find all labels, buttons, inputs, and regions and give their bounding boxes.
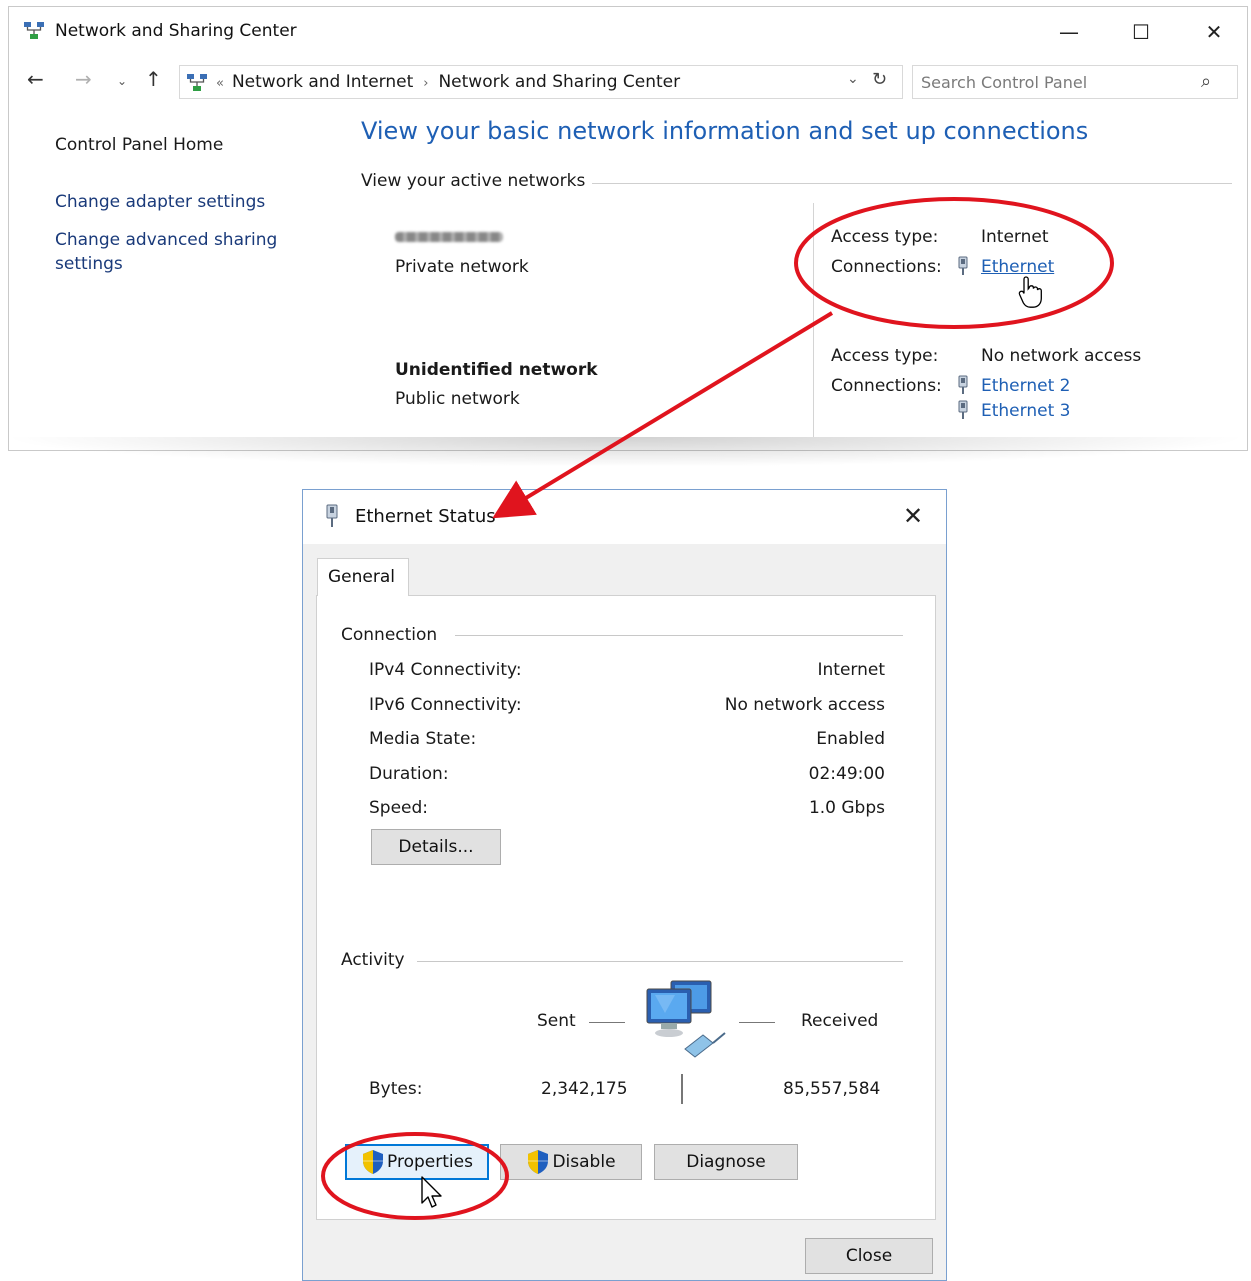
network-1-connections-label: Connections: <box>831 257 942 277</box>
breadcrumb: « Network and Internet › Network and Sharin… <box>216 72 680 92</box>
page-title: View your basic network information and … <box>361 117 1089 145</box>
column-divider <box>813 203 814 437</box>
disable-label: Disable <box>552 1152 616 1172</box>
ipv4-value: Internet <box>817 660 885 680</box>
active-networks-label: View your active networks <box>361 171 586 191</box>
sent-line <box>589 1022 625 1023</box>
search-input[interactable] <box>921 70 1191 94</box>
media-state-label: Media State: <box>369 729 477 749</box>
network-2-access-value: No network access <box>981 346 1142 366</box>
arrow-pointer-cursor-icon <box>421 1176 442 1208</box>
network-2-access-label: Access type: <box>831 346 939 366</box>
recent-locations-chevron-icon[interactable]: ⌄ <box>117 74 127 88</box>
media-state-value: Enabled <box>816 729 885 749</box>
ipv4-label: IPv4 Connectivity: <box>369 660 522 680</box>
network-1-access-value: Internet <box>981 227 1049 247</box>
breadcrumb-network-sharing-center[interactable]: Network and Sharing Center <box>438 72 680 92</box>
properties-button[interactable]: Properties <box>345 1144 489 1180</box>
change-adapter-settings-link[interactable]: Change adapter settings <box>55 192 265 212</box>
duration-value: 02:49:00 <box>808 764 885 784</box>
ipv6-value: No network access <box>724 695 885 715</box>
properties-label: Properties <box>387 1152 473 1172</box>
window-title: Network and Sharing Center <box>55 21 297 41</box>
minimize-button[interactable]: — <box>1049 17 1089 47</box>
breadcrumb-overflow[interactable]: « <box>216 76 224 91</box>
speed-label: Speed: <box>369 798 429 818</box>
close-button[interactable]: Close <box>805 1238 933 1274</box>
forward-arrow-icon[interactable]: → <box>75 67 92 91</box>
ethernet-3-connection-link[interactable]: Ethernet 3 <box>981 401 1070 421</box>
dialog-close-icon[interactable]: ✕ <box>903 502 923 530</box>
network-1-type: Private network <box>395 257 529 277</box>
tab-general[interactable]: General <box>317 558 409 596</box>
dialog-title-bar: Ethernet Status ✕ <box>303 490 946 544</box>
bytes-label: Bytes: <box>369 1079 423 1099</box>
diagnose-button[interactable]: Diagnose <box>654 1144 798 1180</box>
ipv6-label: IPv6 Connectivity: <box>369 695 522 715</box>
network-center-icon <box>24 22 44 39</box>
ethernet-plug-icon <box>326 504 338 527</box>
duration-label: Duration: <box>369 764 449 784</box>
received-label: Received <box>801 1011 879 1031</box>
ethernet-connection-link[interactable]: Ethernet <box>981 257 1054 277</box>
title-bar: Network and Sharing Center — ☐ ✕ <box>9 7 1247 55</box>
general-tab-panel: Connection IPv4 Connectivity: Internet I… <box>316 595 936 1220</box>
ethernet-plug-icon <box>958 375 968 394</box>
blurred-network-name <box>395 232 503 242</box>
up-arrow-icon[interactable]: ↑ <box>145 67 162 91</box>
network-center-icon <box>187 74 207 91</box>
network-2-name: Unidentified network <box>395 360 598 380</box>
network-sharing-center-window: Network and Sharing Center — ☐ ✕ ← → ⌄ ↑… <box>8 6 1248 451</box>
search-box: ⌕ <box>912 65 1238 99</box>
speed-value: 1.0 Gbps <box>808 798 885 818</box>
activity-section-label: Activity <box>341 950 405 970</box>
navigation-bar: ← → ⌄ ↑ « Network and Internet › Network an… <box>9 65 1247 99</box>
ethernet-plug-icon <box>958 400 968 419</box>
dialog-title: Ethernet Status <box>355 506 496 527</box>
uac-shield-icon <box>363 1150 384 1174</box>
search-icon[interactable]: ⌕ <box>1201 71 1211 92</box>
hand-pointer-cursor-icon <box>1018 276 1042 308</box>
disable-button[interactable]: Disable <box>500 1144 642 1180</box>
maximize-button[interactable]: ☐ <box>1121 17 1161 47</box>
close-window-button[interactable]: ✕ <box>1194 17 1234 47</box>
connection-section-label: Connection <box>341 625 438 645</box>
ethernet-plug-icon <box>958 256 968 275</box>
control-panel-home-link[interactable]: Control Panel Home <box>55 135 223 155</box>
torn-edge <box>0 437 1251 467</box>
uac-shield-icon <box>528 1150 549 1174</box>
bytes-received-value: 85,557,584 <box>783 1079 881 1099</box>
sent-label: Sent <box>537 1011 576 1031</box>
bytes-sent-value: 2,342,175 <box>541 1079 628 1099</box>
network-2-connections-label: Connections: <box>831 376 942 396</box>
bytes-divider <box>681 1074 683 1104</box>
breadcrumb-network-internet[interactable]: Network and Internet <box>232 72 413 92</box>
section-divider <box>592 183 1232 184</box>
ethernet-status-dialog: Ethernet Status ✕ General Connection IPv… <box>302 489 947 1281</box>
network-2-type: Public network <box>395 389 520 409</box>
breadcrumb-separator[interactable]: › <box>423 76 428 91</box>
details-button[interactable]: Details... <box>371 829 501 865</box>
ethernet-2-connection-link[interactable]: Ethernet 2 <box>981 376 1070 396</box>
address-dropdown-icon[interactable]: ⌄ <box>847 71 859 87</box>
network-1-access-label: Access type: <box>831 227 939 247</box>
received-line <box>739 1022 775 1023</box>
refresh-icon[interactable]: ↻ <box>872 69 887 90</box>
network-computers-icon <box>646 980 726 1058</box>
connection-section-line <box>455 635 903 636</box>
back-arrow-icon[interactable]: ← <box>27 67 44 91</box>
change-advanced-sharing-link[interactable]: Change advanced sharing settings <box>55 228 295 276</box>
address-bar[interactable]: « Network and Internet › Network and Sharin… <box>179 65 903 99</box>
activity-section-line <box>417 961 903 962</box>
